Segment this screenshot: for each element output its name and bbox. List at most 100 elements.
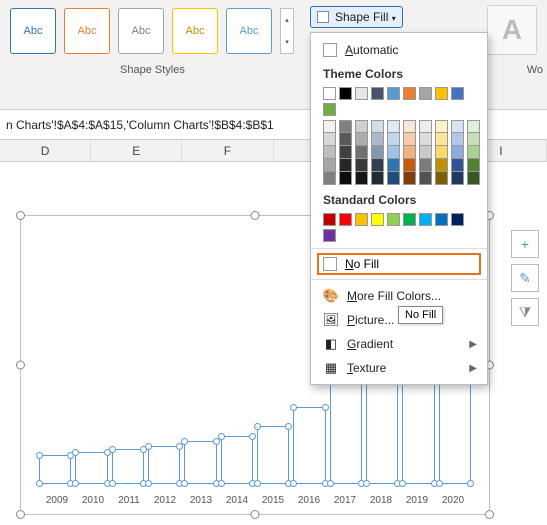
color-swatch[interactable] xyxy=(419,172,432,185)
resize-handle[interactable] xyxy=(16,211,25,220)
color-swatch[interactable] xyxy=(419,133,432,146)
color-swatch[interactable] xyxy=(323,103,336,116)
chart-bar[interactable] xyxy=(330,372,362,484)
color-swatch[interactable] xyxy=(451,146,464,159)
shape-style-2[interactable]: Abc xyxy=(64,8,110,54)
color-swatch[interactable] xyxy=(467,172,480,185)
color-swatch[interactable] xyxy=(387,159,400,172)
color-swatch[interactable] xyxy=(451,172,464,185)
color-swatch[interactable] xyxy=(323,229,336,242)
color-swatch[interactable] xyxy=(403,213,416,226)
color-swatch[interactable] xyxy=(419,213,432,226)
color-swatch[interactable] xyxy=(371,87,384,100)
resize-handle[interactable] xyxy=(16,361,25,370)
resize-handle[interactable] xyxy=(16,510,25,519)
chart-add-element-button[interactable]: + xyxy=(511,230,539,258)
color-swatch[interactable] xyxy=(339,172,352,185)
color-swatch[interactable] xyxy=(435,146,448,159)
chart-bar[interactable] xyxy=(75,452,107,484)
color-swatch[interactable] xyxy=(451,213,464,226)
color-swatch[interactable] xyxy=(339,120,352,133)
chart-bar[interactable] xyxy=(293,407,325,484)
color-swatch[interactable] xyxy=(435,120,448,133)
color-swatch[interactable] xyxy=(451,87,464,100)
color-swatch[interactable] xyxy=(323,133,336,146)
color-swatch[interactable] xyxy=(339,159,352,172)
chart-filter-button[interactable]: ⧩ xyxy=(511,298,539,326)
color-swatch[interactable] xyxy=(323,87,336,100)
color-swatch[interactable] xyxy=(371,159,384,172)
chart-bar[interactable] xyxy=(39,455,71,484)
color-swatch[interactable] xyxy=(403,87,416,100)
color-swatch[interactable] xyxy=(435,133,448,146)
color-swatch[interactable] xyxy=(419,120,432,133)
col-header[interactable]: D xyxy=(0,140,91,161)
color-swatch[interactable] xyxy=(323,159,336,172)
color-swatch[interactable] xyxy=(355,146,368,159)
color-swatch[interactable] xyxy=(355,120,368,133)
shape-style-4[interactable]: Abc xyxy=(172,8,218,54)
resize-handle[interactable] xyxy=(251,510,260,519)
color-swatch[interactable] xyxy=(467,120,480,133)
color-swatch[interactable] xyxy=(323,213,336,226)
color-swatch[interactable] xyxy=(387,146,400,159)
color-swatch[interactable] xyxy=(355,213,368,226)
shape-fill-button[interactable]: Shape Fill ▾ xyxy=(310,6,403,28)
color-swatch[interactable] xyxy=(467,146,480,159)
color-swatch[interactable] xyxy=(435,159,448,172)
col-header[interactable]: F xyxy=(182,140,273,161)
chart-styles-button[interactable]: ✎ xyxy=(511,264,539,292)
menu-texture[interactable]: ▦ Texture ▶ xyxy=(311,356,487,380)
color-swatch[interactable] xyxy=(451,159,464,172)
color-swatch[interactable] xyxy=(387,213,400,226)
chart-bar[interactable] xyxy=(184,441,216,484)
chart-bar[interactable] xyxy=(221,436,253,484)
color-swatch[interactable] xyxy=(435,87,448,100)
color-swatch[interactable] xyxy=(371,133,384,146)
color-swatch[interactable] xyxy=(339,87,352,100)
color-swatch[interactable] xyxy=(419,87,432,100)
color-swatch[interactable] xyxy=(387,172,400,185)
color-swatch[interactable] xyxy=(403,133,416,146)
color-swatch[interactable] xyxy=(403,146,416,159)
resize-handle[interactable] xyxy=(251,211,260,220)
color-swatch[interactable] xyxy=(323,146,336,159)
shape-style-more[interactable]: ▴▾ xyxy=(280,8,294,54)
color-swatch[interactable] xyxy=(419,146,432,159)
menu-more-colors[interactable]: 🎨 More Fill Colors... xyxy=(311,284,487,308)
shape-style-3[interactable]: Abc xyxy=(118,8,164,54)
color-swatch[interactable] xyxy=(355,87,368,100)
color-swatch[interactable] xyxy=(467,159,480,172)
shape-style-1[interactable]: Abc xyxy=(10,8,56,54)
color-swatch[interactable] xyxy=(403,120,416,133)
chart-bar[interactable] xyxy=(257,426,289,484)
color-swatch[interactable] xyxy=(403,172,416,185)
color-swatch[interactable] xyxy=(435,213,448,226)
color-swatch[interactable] xyxy=(323,120,336,133)
color-swatch[interactable] xyxy=(371,146,384,159)
chart-bar[interactable] xyxy=(112,449,144,484)
menu-no-fill[interactable]: No Fill xyxy=(317,253,481,275)
color-swatch[interactable] xyxy=(387,87,400,100)
color-swatch[interactable] xyxy=(387,133,400,146)
color-swatch[interactable] xyxy=(387,120,400,133)
color-swatch[interactable] xyxy=(339,213,352,226)
color-swatch[interactable] xyxy=(339,133,352,146)
menu-automatic[interactable]: Automatic xyxy=(311,39,487,61)
col-header[interactable]: E xyxy=(91,140,182,161)
color-swatch[interactable] xyxy=(371,213,384,226)
color-swatch[interactable] xyxy=(451,133,464,146)
color-swatch[interactable] xyxy=(371,172,384,185)
menu-gradient[interactable]: ◧ Gradient ▶ xyxy=(311,332,487,356)
wordart-style-preview[interactable]: A xyxy=(487,5,537,55)
color-swatch[interactable] xyxy=(355,159,368,172)
color-swatch[interactable] xyxy=(371,120,384,133)
chart-bar[interactable] xyxy=(366,369,398,484)
color-swatch[interactable] xyxy=(451,120,464,133)
color-swatch[interactable] xyxy=(435,172,448,185)
color-swatch[interactable] xyxy=(419,159,432,172)
chart-bar[interactable] xyxy=(148,446,180,484)
resize-handle[interactable] xyxy=(485,510,494,519)
color-swatch[interactable] xyxy=(355,172,368,185)
color-swatch[interactable] xyxy=(323,172,336,185)
